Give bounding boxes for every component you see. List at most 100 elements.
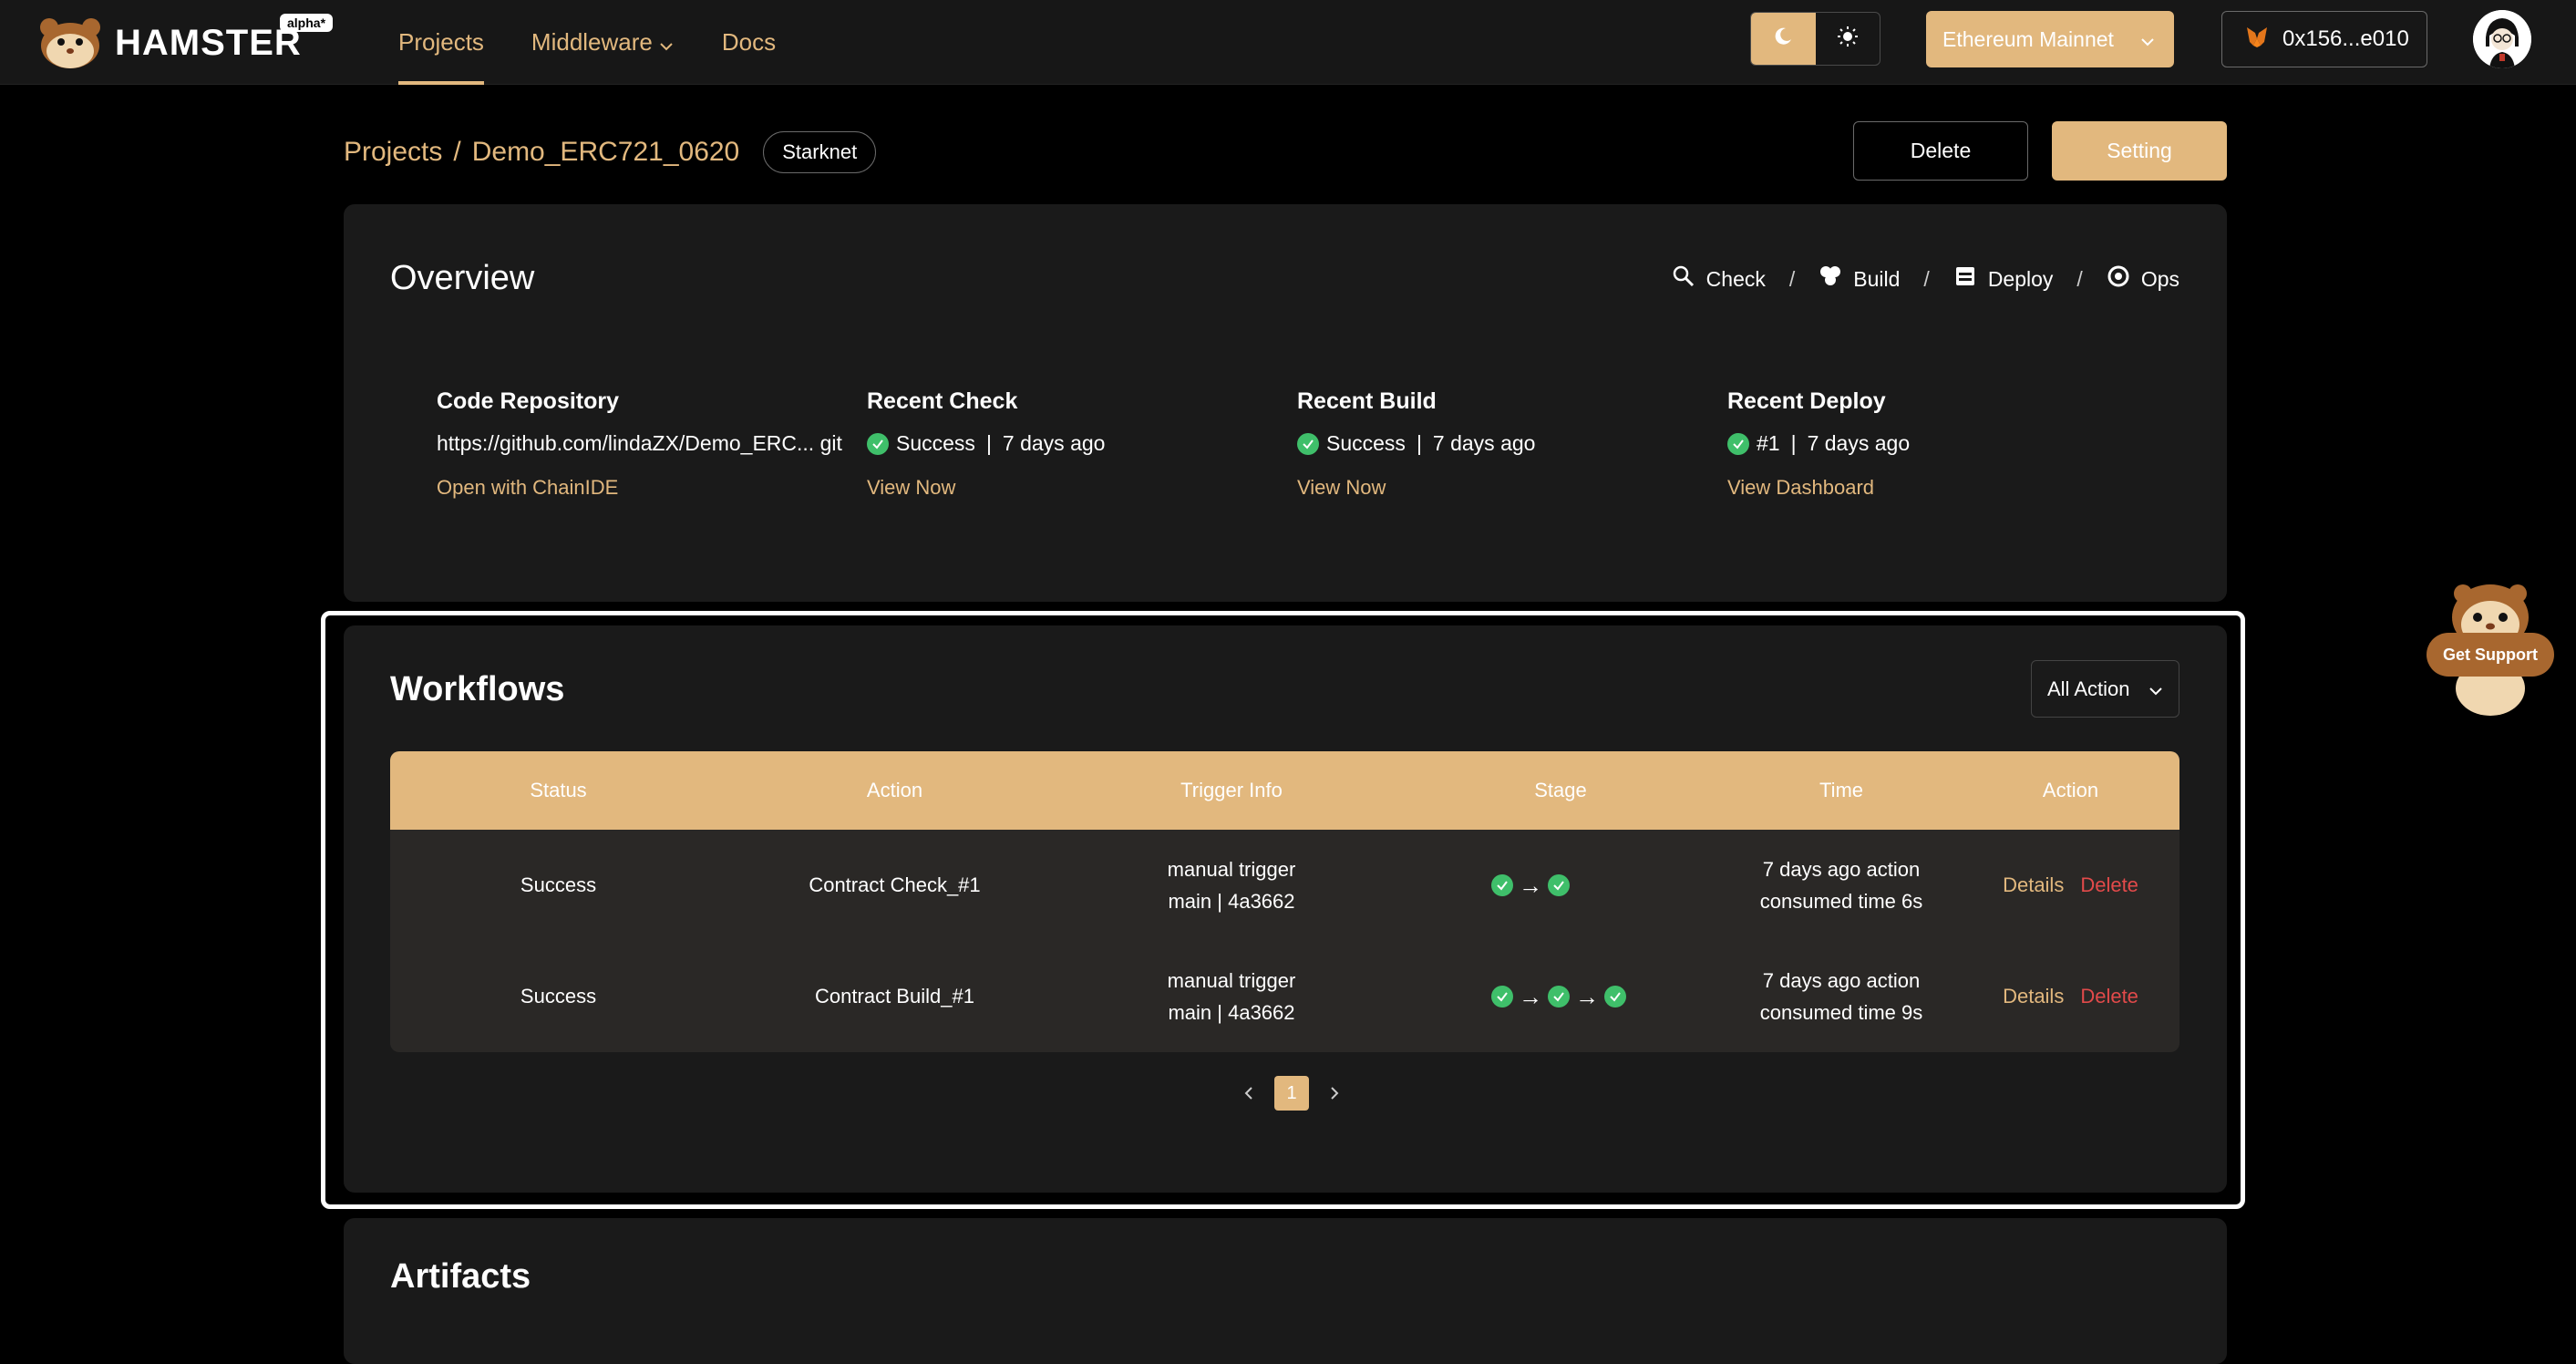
column-header: Action xyxy=(866,779,923,801)
status-cell: Success xyxy=(520,985,597,1008)
overview-title: Overview xyxy=(390,259,535,297)
stage-cell: → → xyxy=(1400,983,1721,1011)
recent-build-status: Success | 7 days ago xyxy=(1297,431,1698,456)
divider: | xyxy=(1416,431,1422,455)
wallet-button[interactable]: 0x156...e010 xyxy=(2221,11,2427,67)
column-header: Status xyxy=(530,779,587,801)
phase-ops[interactable]: Ops xyxy=(2107,264,2179,294)
time-ago: 7 days ago action xyxy=(1762,858,1921,881)
divider: | xyxy=(985,431,992,455)
nav-middleware-label: Middleware xyxy=(531,28,653,56)
column-header: Trigger Info xyxy=(1180,779,1283,801)
recent-deploy-section: Recent Deploy #1 | 7 days ago View Dashb… xyxy=(1727,388,2128,500)
delete-project-button[interactable]: Delete xyxy=(1853,121,2028,181)
details-link[interactable]: Details xyxy=(2003,873,2064,897)
view-build-link[interactable]: View Now xyxy=(1297,476,1698,500)
view-check-link[interactable]: View Now xyxy=(867,476,1268,500)
pagination: 1 xyxy=(1240,1076,1344,1111)
open-chainide-link[interactable]: Open with ChainIDE xyxy=(437,476,838,500)
phase-check[interactable]: Check xyxy=(1672,264,1766,294)
recent-check-section: Recent Check Success | 7 days ago View N… xyxy=(867,388,1268,500)
status-cell: Success xyxy=(520,873,597,896)
shield-gear-icon xyxy=(2107,264,2130,294)
main-nav: Projects Middleware Docs xyxy=(398,0,823,85)
chevron-down-icon xyxy=(2139,31,2156,56)
sun-icon xyxy=(1837,26,1859,52)
trigger-type: manual trigger xyxy=(1167,858,1296,881)
trigger-branch: main | 4a3662 xyxy=(1168,1001,1295,1024)
stage-progress: → xyxy=(1400,872,1721,900)
brand[interactable]: HAMSTER xyxy=(36,16,302,69)
column-header: Stage xyxy=(1534,779,1587,801)
details-link[interactable]: Details xyxy=(2003,985,2064,1008)
time-consumed: consumed time 9s xyxy=(1759,1001,1923,1024)
recent-check-title: Recent Check xyxy=(867,388,1018,414)
table-row[interactable]: Success Contract Build_#1 manual trigger… xyxy=(390,941,2179,1052)
phase-deploy-label: Deploy xyxy=(1987,266,2054,291)
workflows-table: Status Action Trigger Info Stage Time Ac… xyxy=(390,751,2179,1052)
repo-url: https://github.com/lindaZX/Demo_ERC... g… xyxy=(437,431,842,456)
stage-success-icon xyxy=(1491,874,1513,896)
recent-check-status-text: Success xyxy=(896,431,975,455)
light-mode-button[interactable] xyxy=(1816,13,1880,65)
page-number[interactable]: 1 xyxy=(1274,1076,1309,1111)
time-ago: 7 days ago action xyxy=(1762,969,1921,992)
repo-url-text: https://github.com/lindaZX/Demo_ERC... g… xyxy=(437,431,842,455)
phase-build[interactable]: Build xyxy=(1819,264,1900,294)
time-consumed: consumed time 6s xyxy=(1759,890,1923,913)
chevron-right-icon[interactable] xyxy=(1325,1084,1344,1102)
server-icon xyxy=(1953,264,1977,294)
recent-deploy-number: #1 xyxy=(1757,431,1780,455)
user-avatar[interactable] xyxy=(2473,10,2531,68)
chevron-left-icon[interactable] xyxy=(1240,1084,1258,1102)
action-filter-label: All Action xyxy=(2047,677,2130,700)
arrow-right-icon: → xyxy=(1519,871,1542,899)
delete-link[interactable]: Delete xyxy=(2080,873,2138,897)
brand-name: HAMSTER xyxy=(115,22,302,63)
table-row[interactable]: Success Contract Check_#1 manual trigger… xyxy=(390,830,2179,941)
breadcrumb: Projects / Demo_ERC721_0620 Starknet xyxy=(344,131,877,173)
view-dashboard-link[interactable]: View Dashboard xyxy=(1727,476,2128,500)
time-cell: 7 days ago action consumed time 9s xyxy=(1721,965,1962,1028)
recent-deploy-time: 7 days ago xyxy=(1807,431,1911,455)
phase-ops-label: Ops xyxy=(2140,266,2179,291)
nav-middleware[interactable]: Middleware xyxy=(531,0,675,85)
stage-progress: → → xyxy=(1400,983,1721,1011)
moon-icon xyxy=(1772,26,1794,52)
phase-separator: / xyxy=(1923,266,1930,291)
arrow-right-icon: → xyxy=(1519,982,1542,1010)
overview-panel: Overview Check / Build / Deploy / Ops Co… xyxy=(344,204,2227,602)
hamster-logo-icon xyxy=(36,16,104,69)
recent-build-title: Recent Build xyxy=(1297,388,1437,414)
trigger-type: manual trigger xyxy=(1167,969,1296,992)
delete-link[interactable]: Delete xyxy=(2080,985,2138,1008)
stage-success-icon xyxy=(1491,986,1513,1008)
stage-success-icon xyxy=(1548,874,1570,896)
trigger-cell: manual trigger main | 4a3662 xyxy=(1063,853,1400,917)
get-support-widget[interactable]: Get Support xyxy=(2427,581,2554,718)
setting-button[interactable]: Setting xyxy=(2052,121,2227,181)
theme-toggle[interactable] xyxy=(1750,12,1880,66)
pipeline-phases: Check / Build / Deploy / Ops xyxy=(1672,264,2179,294)
top-navbar: HAMSTER alpha* Projects Middleware Docs xyxy=(0,0,2576,85)
alpha-badge: alpha* xyxy=(280,14,334,32)
breadcrumb-separator: / xyxy=(453,137,461,167)
phase-deploy[interactable]: Deploy xyxy=(1953,264,2054,294)
nav-projects[interactable]: Projects xyxy=(398,0,484,85)
action-filter-select[interactable]: All Action xyxy=(2031,660,2179,718)
nav-docs-label: Docs xyxy=(721,28,777,56)
row-actions: Details Delete xyxy=(1962,985,2179,1008)
wallet-address: 0x156...e010 xyxy=(2282,26,2409,51)
artifacts-title: Artifacts xyxy=(390,1257,531,1296)
network-select[interactable]: Ethereum Mainnet xyxy=(1926,11,2174,67)
recent-check-time: 7 days ago xyxy=(1002,431,1106,455)
chain-chip: Starknet xyxy=(763,131,877,173)
breadcrumb-project-name: Demo_ERC721_0620 xyxy=(471,137,740,167)
metamask-fox-icon xyxy=(2244,24,2270,56)
time-cell: 7 days ago action consumed time 6s xyxy=(1721,853,1962,917)
trigger-branch: main | 4a3662 xyxy=(1168,890,1295,913)
phase-build-label: Build xyxy=(1853,266,1901,291)
breadcrumb-projects-link[interactable]: Projects xyxy=(344,137,442,168)
dark-mode-button[interactable] xyxy=(1751,13,1816,65)
nav-docs[interactable]: Docs xyxy=(722,0,776,85)
